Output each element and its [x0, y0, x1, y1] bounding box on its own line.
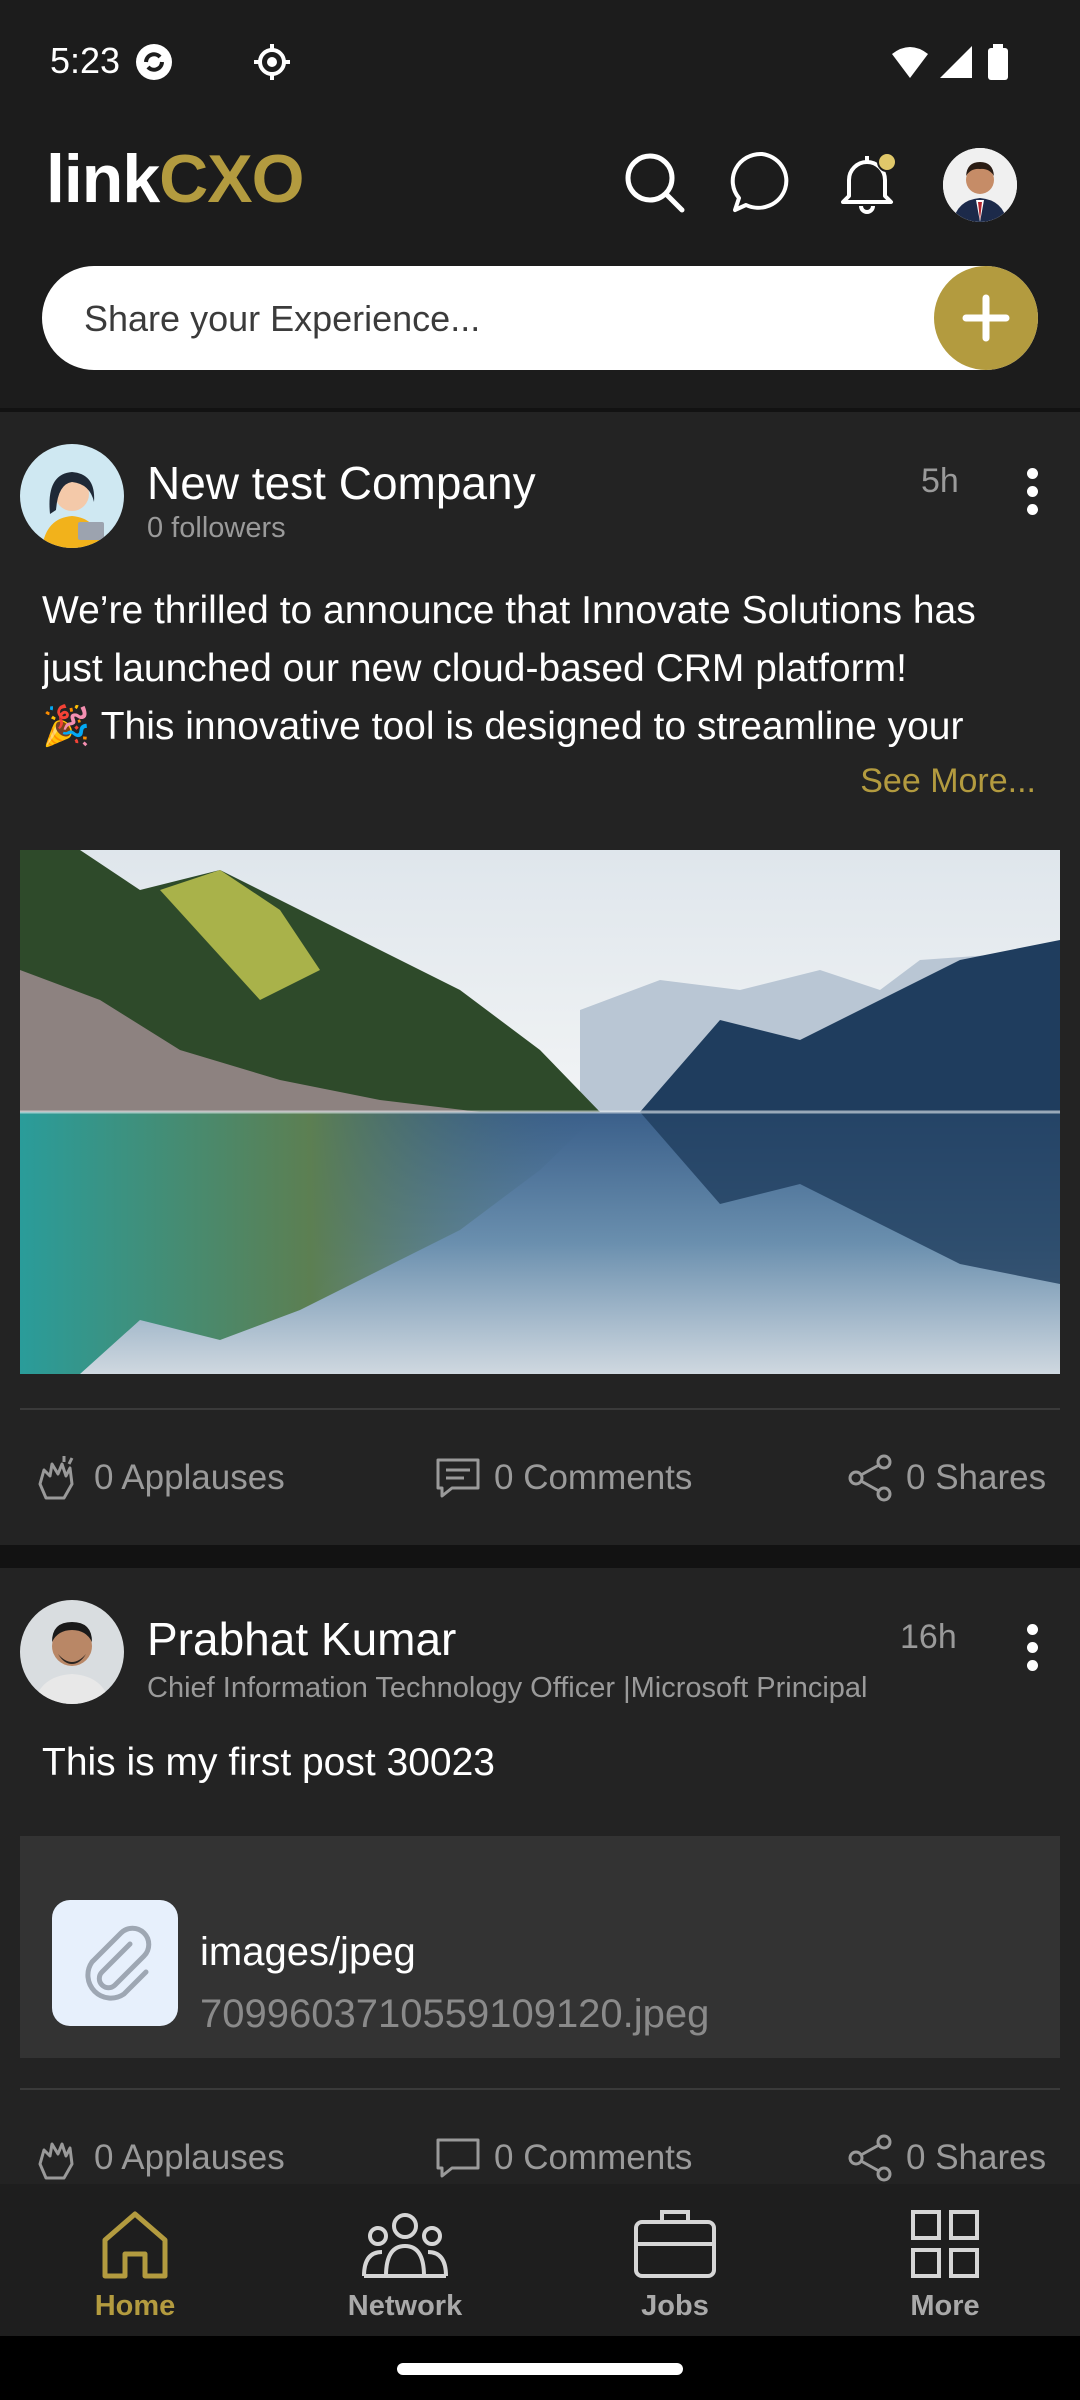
applause-button[interactable]: 0 Applauses — [34, 2134, 285, 2182]
post-text: This is my first post 30023 — [42, 1741, 495, 1784]
user-avatar[interactable] — [20, 1600, 124, 1704]
applause-button[interactable]: 0 Applauses — [34, 1454, 285, 1502]
comment-count: 0 Comments — [494, 1458, 693, 1497]
applause-icon — [38, 2142, 74, 2180]
applause-count: 0 Applauses — [94, 1458, 285, 1497]
linkcxo-logo: link CXO — [46, 141, 305, 218]
post-author-name[interactable]: Prabhat Kumar — [147, 1612, 456, 1666]
bottom-navigation: Home Network Jobs More — [0, 2184, 1080, 2336]
signal-icon — [940, 46, 972, 78]
share-button[interactable]: 0 Shares — [846, 1454, 1046, 1502]
share-count: 0 Shares — [906, 1458, 1047, 1497]
attachment-icon — [52, 1900, 178, 2026]
post-author-name[interactable]: New test Company — [147, 456, 536, 510]
nav-label: Home — [94, 2290, 176, 2322]
home-icon — [102, 2211, 168, 2279]
divider — [20, 1408, 1060, 1410]
applause-count: 0 Applauses — [94, 2138, 285, 2177]
network-icon — [362, 2213, 448, 2278]
comment-icon — [436, 1458, 480, 1498]
nav-more[interactable]: More — [810, 2184, 1080, 2336]
comment-count: 0 Comments — [494, 2138, 693, 2177]
post-text-line: We’re thrilled to announce that Innovate… — [42, 589, 976, 632]
plus-icon — [962, 294, 1010, 342]
more-options-icon[interactable] — [1020, 464, 1044, 524]
nav-label: More — [910, 2290, 980, 2322]
share-experience-input[interactable]: Share your Experience... — [42, 266, 1038, 370]
share-placeholder: Share your Experience... — [84, 298, 481, 339]
post-author-followers: 0 followers — [147, 512, 286, 544]
status-bar: 5:23 — [0, 0, 1080, 128]
post-author-headline: Chief Information Technology Officer |Mi… — [147, 1672, 868, 1704]
post-time: 16h — [900, 1618, 957, 1656]
nav-jobs[interactable]: Jobs — [540, 2184, 810, 2336]
home-gesture-bar[interactable] — [397, 2363, 683, 2375]
logo-text-link: link — [46, 141, 160, 217]
sync-icon — [136, 44, 172, 80]
attachment-filename: 7099603710559109120.jpeg — [200, 1992, 710, 2036]
more-options-icon[interactable] — [1020, 1620, 1044, 1680]
share-icon — [848, 2134, 892, 2182]
battery-icon — [988, 44, 1008, 80]
notification-bell-icon[interactable] — [835, 150, 899, 214]
search-icon[interactable] — [622, 150, 686, 214]
nav-home[interactable]: Home — [0, 2184, 270, 2336]
nav-label: Jobs — [641, 2290, 709, 2322]
post-time: 5h — [921, 462, 959, 500]
post-image[interactable] — [20, 850, 1060, 1374]
post-text: We’re thrilled to announce that Innovate… — [42, 582, 1042, 756]
post-card: New test Company 0 followers 5h We’re th… — [0, 412, 1080, 1545]
logo-text-cxo: CXO — [159, 141, 304, 217]
share-icon — [848, 1454, 892, 1502]
wifi-icon — [892, 47, 928, 78]
attachment-card[interactable]: images/jpeg 7099603710559109120.jpeg — [20, 1836, 1060, 2058]
settings-icon — [254, 44, 290, 80]
nav-label: Network — [347, 2290, 463, 2322]
post-text-line: just launched our new cloud-based CRM pl… — [42, 647, 907, 690]
briefcase-icon — [634, 2210, 716, 2278]
profile-avatar[interactable] — [943, 148, 1017, 222]
comment-button[interactable]: 0 Comments — [434, 2134, 692, 2182]
comment-icon — [436, 2138, 480, 2178]
post-card: Prabhat Kumar Chief Information Technolo… — [0, 1568, 1080, 2188]
company-avatar[interactable] — [20, 444, 124, 548]
divider — [20, 2088, 1060, 2090]
grid-icon — [911, 2210, 979, 2278]
see-more-link[interactable]: See More... — [860, 762, 1036, 801]
status-time: 5:23 — [50, 40, 121, 81]
post-text-line: 🎉 This innovative tool is designed to st… — [42, 705, 964, 748]
comment-button[interactable]: 0 Comments — [434, 1454, 692, 1502]
share-button[interactable]: 0 Shares — [846, 2134, 1046, 2182]
share-count: 0 Shares — [906, 2138, 1047, 2177]
chat-icon[interactable] — [730, 150, 794, 214]
add-post-button[interactable] — [934, 266, 1038, 370]
attachment-type: images/jpeg — [200, 1930, 416, 1974]
applause-icon — [38, 1456, 74, 1500]
nav-network[interactable]: Network — [270, 2184, 540, 2336]
